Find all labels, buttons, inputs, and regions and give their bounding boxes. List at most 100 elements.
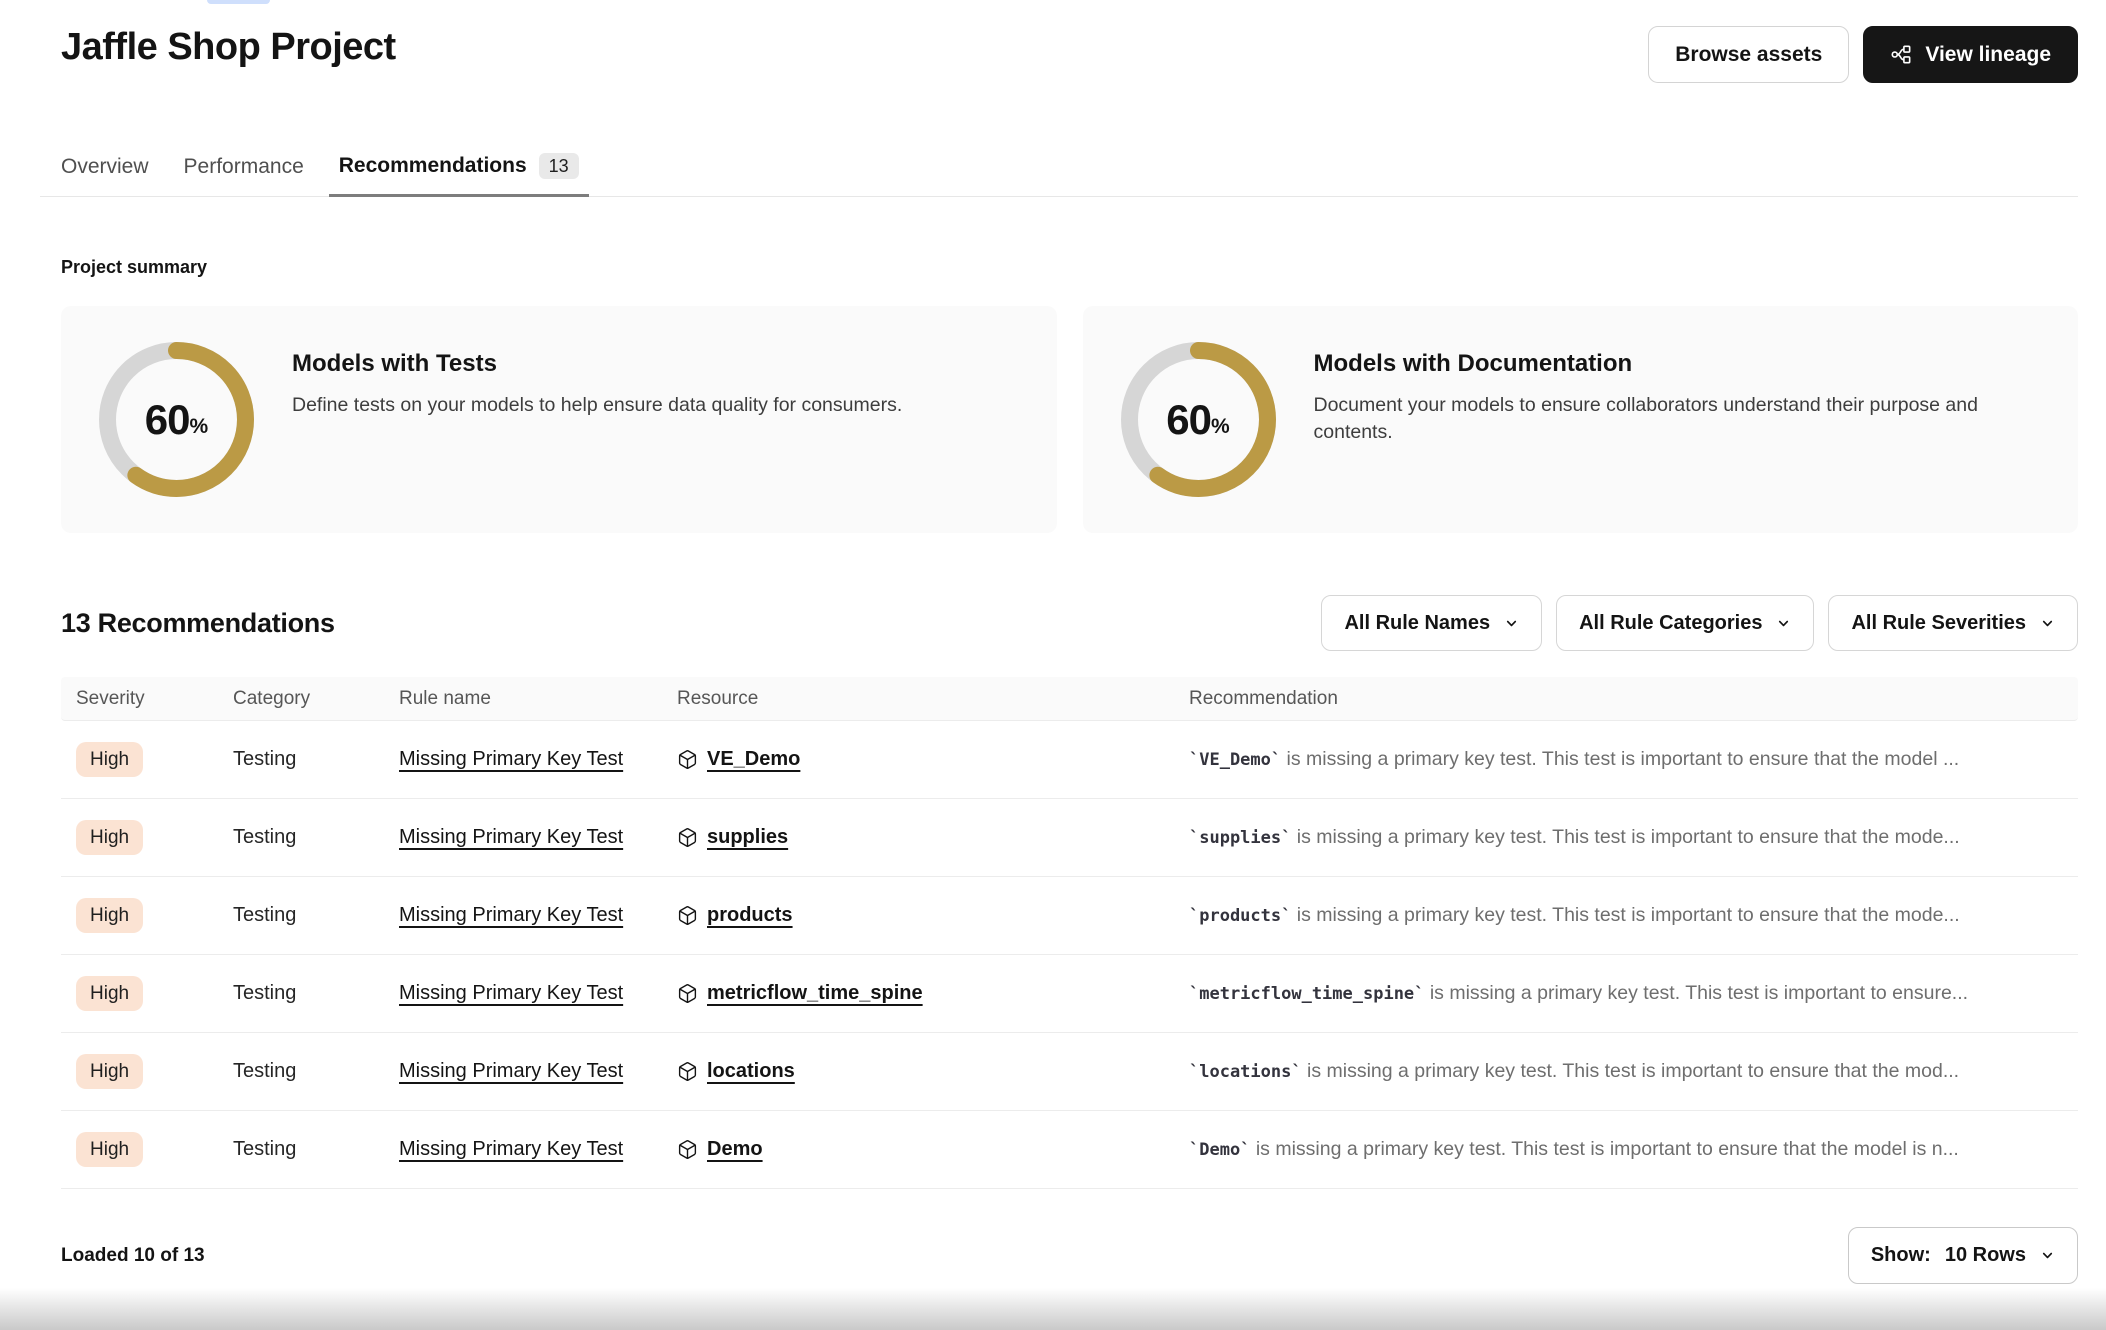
page-header: Jaffle Shop Project Browse assets View l…: [61, 0, 2078, 83]
table-row: High Testing Missing Primary Key Test VE…: [61, 721, 2078, 799]
recommendations-section-header: 13 Recommendations All Rule Names All Ru…: [61, 595, 2078, 651]
summary-cards: 60 % Models with Tests Define tests on y…: [61, 306, 2078, 533]
severity-badge: High: [76, 820, 143, 855]
tab-recommendations-label: Recommendations: [339, 154, 527, 178]
recommendation-code: `locations`: [1189, 1062, 1302, 1082]
rule-name-link[interactable]: Missing Primary Key Test: [399, 826, 623, 848]
model-cube-icon: [677, 827, 698, 848]
donut-percent-value: 60: [145, 396, 190, 444]
rule-severities-filter[interactable]: All Rule Severities: [1828, 595, 2078, 651]
rule-categories-filter[interactable]: All Rule Categories: [1556, 595, 1814, 651]
rule-names-filter-label: All Rule Names: [1344, 612, 1490, 635]
recommendation-text: is missing a primary key test. This test…: [1291, 826, 1959, 848]
resource-link[interactable]: metricflow_time_spine: [707, 982, 923, 1005]
resource-cell: Demo: [677, 1138, 1189, 1161]
rule-name-link[interactable]: Missing Primary Key Test: [399, 1138, 623, 1160]
rows-per-page-select[interactable]: Show: 10 Rows: [1848, 1227, 2078, 1284]
rule-name-cell: Missing Primary Key Test: [399, 904, 677, 927]
column-header-category: Category: [233, 688, 399, 710]
recommendations-heading: 13 Recommendations: [61, 608, 335, 639]
rule-name-link[interactable]: Missing Primary Key Test: [399, 748, 623, 770]
rule-name-link[interactable]: Missing Primary Key Test: [399, 1060, 623, 1082]
models-with-documentation-donut: 60 %: [1121, 342, 1276, 497]
recommendation-cell: `VE_Demo` is missing a primary key test.…: [1189, 748, 2078, 771]
table-header: Severity Category Rule name Resource Rec…: [61, 677, 2078, 721]
card-title: Models with Tests: [292, 350, 902, 378]
rule-name-cell: Missing Primary Key Test: [399, 826, 677, 849]
card-description: Document your models to ensure collabora…: [1314, 392, 2035, 446]
models-with-tests-card: 60 % Models with Tests Define tests on y…: [61, 306, 1057, 533]
severity-cell: High: [76, 1132, 233, 1167]
recommendation-code: `supplies`: [1189, 828, 1291, 848]
column-header-rule-name: Rule name: [399, 688, 677, 710]
model-cube-icon: [677, 749, 698, 770]
resource-link[interactable]: locations: [707, 1060, 795, 1083]
severity-cell: High: [76, 1054, 233, 1089]
view-lineage-label: View lineage: [1925, 43, 2051, 67]
rule-severities-filter-label: All Rule Severities: [1851, 612, 2026, 635]
recommendation-code: `products`: [1189, 906, 1291, 926]
rule-categories-filter-label: All Rule Categories: [1579, 612, 1762, 635]
resource-cell: metricflow_time_spine: [677, 982, 1189, 1005]
rows-per-page-value: 10 Rows: [1945, 1244, 2026, 1267]
browse-assets-button[interactable]: Browse assets: [1648, 26, 1849, 83]
resource-cell: products: [677, 904, 1189, 927]
rule-name-link[interactable]: Missing Primary Key Test: [399, 904, 623, 926]
category-cell: Testing: [233, 826, 399, 849]
recommendation-cell: `Demo` is missing a primary key test. Th…: [1189, 1138, 2078, 1161]
model-cube-icon: [677, 983, 698, 1004]
resource-cell: supplies: [677, 826, 1189, 849]
category-cell: Testing: [233, 1060, 399, 1083]
recommendation-text: is missing a primary key test. This test…: [1291, 904, 1959, 926]
donut-percent-sign: %: [190, 415, 209, 439]
model-cube-icon: [677, 1061, 698, 1082]
project-summary-heading: Project summary: [61, 257, 2078, 278]
rule-name-link[interactable]: Missing Primary Key Test: [399, 982, 623, 1004]
severity-cell: High: [76, 820, 233, 855]
rows-per-page-label: Show:: [1871, 1244, 1931, 1267]
recommendation-code: `metricflow_time_spine`: [1189, 984, 1424, 1004]
recommendations-count-badge: 13: [539, 153, 579, 179]
card-body: Models with Tests Define tests on your m…: [292, 306, 902, 419]
donut-percent: 60 %: [99, 342, 254, 497]
rule-names-filter[interactable]: All Rule Names: [1321, 595, 1542, 651]
recommendation-cell: `products` is missing a primary key test…: [1189, 904, 2078, 927]
resource-link[interactable]: supplies: [707, 826, 788, 849]
severity-badge: High: [76, 898, 143, 933]
table-row: High Testing Missing Primary Key Test lo…: [61, 1033, 2078, 1111]
table-row: High Testing Missing Primary Key Test De…: [61, 1111, 2078, 1189]
resource-link[interactable]: products: [707, 904, 793, 927]
category-cell: Testing: [233, 748, 399, 771]
recommendation-cell: `supplies` is missing a primary key test…: [1189, 826, 2078, 849]
recommendation-text: is missing a primary key test. This test…: [1281, 748, 1959, 770]
loaded-status: Loaded 10 of 13: [61, 1245, 205, 1267]
lineage-icon: [1890, 43, 1913, 66]
tab-performance-label: Performance: [184, 155, 304, 179]
category-cell: Testing: [233, 904, 399, 927]
recommendation-text: is missing a primary key test. This test…: [1302, 1060, 1959, 1082]
recommendation-code: `VE_Demo`: [1189, 750, 1281, 770]
severity-cell: High: [76, 898, 233, 933]
header-actions: Browse assets View lineage: [1648, 26, 2078, 83]
rule-name-cell: Missing Primary Key Test: [399, 982, 677, 1005]
models-with-tests-donut: 60 %: [99, 342, 254, 497]
resource-link[interactable]: VE_Demo: [707, 748, 800, 771]
resource-link[interactable]: Demo: [707, 1138, 763, 1161]
table-row: High Testing Missing Primary Key Test me…: [61, 955, 2078, 1033]
resource-cell: locations: [677, 1060, 1189, 1083]
recommendation-text: is missing a primary key test. This test…: [1424, 982, 1968, 1004]
clipped-top-element: [207, 0, 270, 4]
severity-badge: High: [76, 976, 143, 1011]
table-row: High Testing Missing Primary Key Test pr…: [61, 877, 2078, 955]
severity-badge: High: [76, 1054, 143, 1089]
table-row: High Testing Missing Primary Key Test su…: [61, 799, 2078, 877]
model-cube-icon: [677, 1139, 698, 1160]
tab-recommendations[interactable]: Recommendations 13: [329, 153, 589, 197]
column-header-resource: Resource: [677, 688, 1189, 710]
donut-percent-sign: %: [1211, 415, 1230, 439]
tab-performance[interactable]: Performance: [174, 155, 314, 197]
recommendation-code: `Demo`: [1189, 1140, 1250, 1160]
tab-overview[interactable]: Overview: [51, 155, 159, 197]
severity-cell: High: [76, 742, 233, 777]
view-lineage-button[interactable]: View lineage: [1863, 26, 2078, 83]
